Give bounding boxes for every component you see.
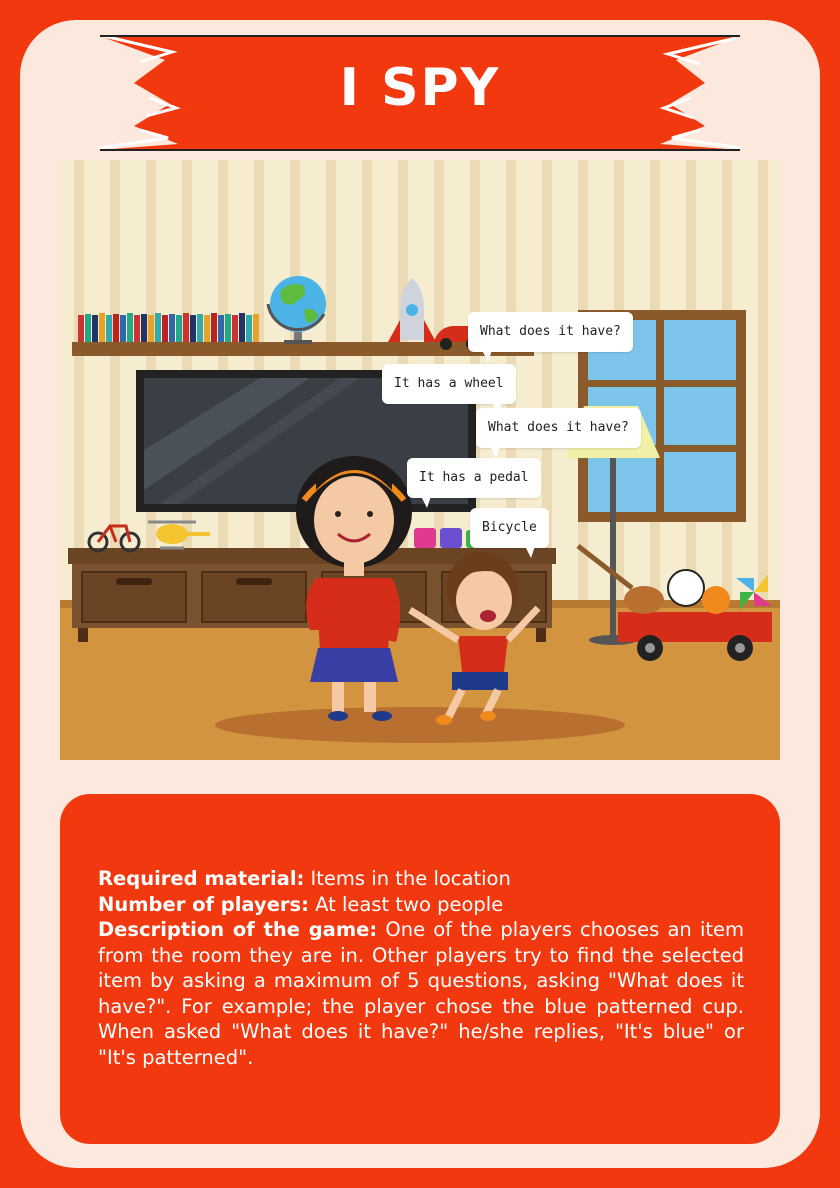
description-row: Description of the game: One of the play…	[98, 917, 744, 1070]
speech-bubble-question-1: What does it have?	[468, 312, 633, 362]
description-label: Description of the game:	[98, 918, 378, 941]
number-of-players-value: At least two people	[315, 892, 504, 916]
number-of-players-row: Number of players: At least two people	[98, 892, 744, 918]
game-info-text: Required material: Items in the location…	[98, 866, 744, 1070]
speech-bubble-answer-wheel: It has a wheel	[382, 364, 516, 414]
speech-bubble-answer-bicycle: Bicycle	[470, 508, 549, 558]
required-material-value: Items in the location	[310, 867, 511, 890]
speech-bubble-answer-pedal: It has a pedal	[407, 458, 541, 508]
speech-bubble-question-2: What does it have?	[476, 408, 641, 458]
pinwheel-icon	[736, 574, 772, 610]
required-material-row: Required material: Items in the location	[98, 866, 744, 892]
number-of-players-label: Number of players:	[98, 892, 309, 916]
page-title: I SPY	[339, 58, 501, 118]
soccer-ball-icon	[667, 569, 705, 607]
woman-character	[296, 456, 412, 721]
game-info-box: Required material: Items in the location…	[60, 794, 780, 1144]
required-material-label: Required material:	[98, 867, 305, 890]
